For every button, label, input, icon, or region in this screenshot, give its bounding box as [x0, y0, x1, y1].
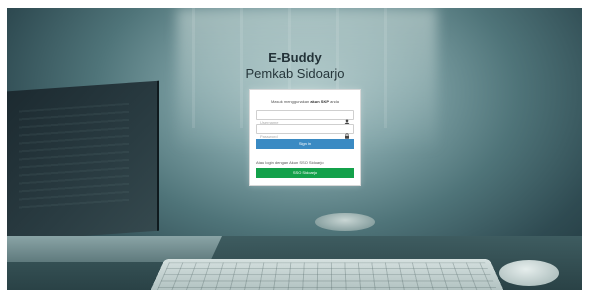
sso-prompt: Atau login dengan Akun SSO Sidoarjo [256, 160, 324, 165]
keyboard [148, 259, 506, 290]
laptop-base [7, 236, 222, 262]
mouse [499, 260, 559, 286]
password-field[interactable] [256, 124, 354, 141]
laptop-screen [7, 80, 159, 242]
intro-suffix: anda [329, 99, 340, 104]
lock-icon [344, 126, 350, 139]
signin-button[interactable]: Sign in [256, 139, 354, 149]
app-subtitle: Pemkab Sidoarjo [245, 66, 345, 81]
intro-prefix: Masuk menggunakan [270, 99, 311, 104]
login-intro: Masuk menggunakan akun SKP anda [250, 99, 360, 104]
intro-bold: akun SKP [310, 99, 329, 104]
cup [315, 213, 375, 231]
username-field[interactable] [256, 110, 354, 127]
user-icon [344, 112, 350, 125]
app-title: E-Buddy [268, 50, 322, 65]
sso-button[interactable]: SSO Sidoarjo [256, 168, 354, 178]
login-card: Masuk menggunakan akun SKP anda Sign in … [249, 89, 361, 186]
